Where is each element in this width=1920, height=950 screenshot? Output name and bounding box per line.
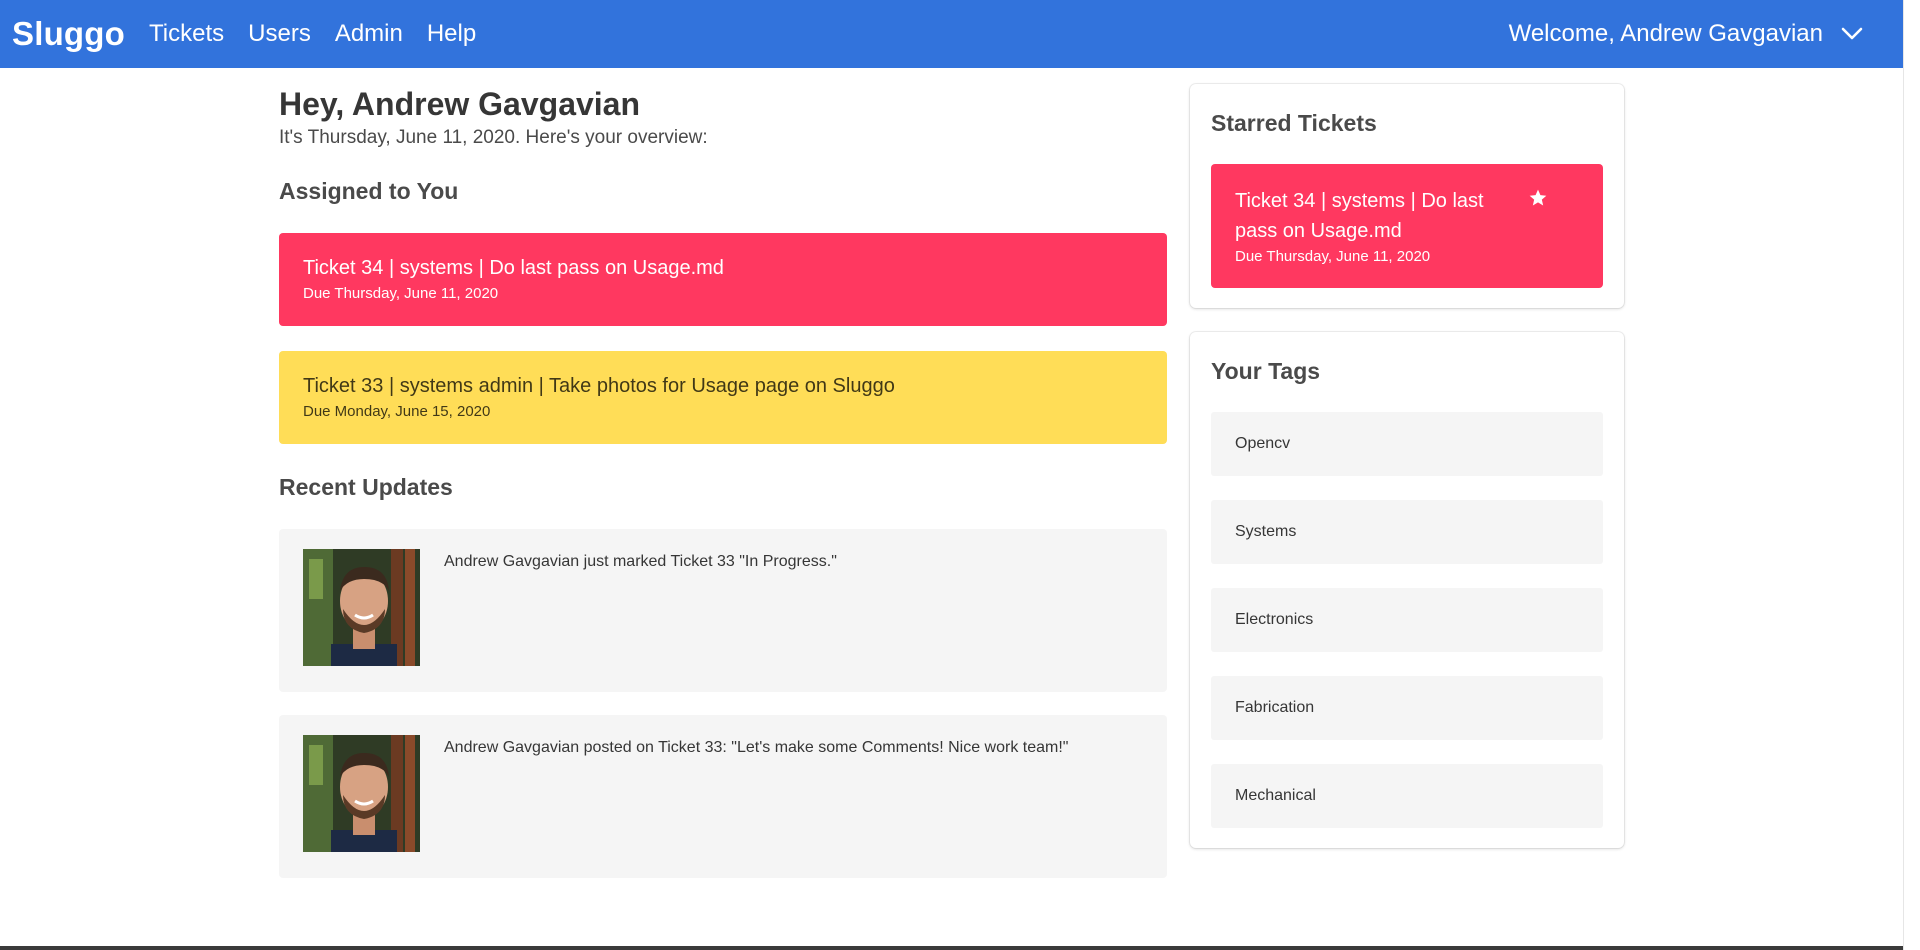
assigned-ticket-card[interactable]: Ticket 33 | systems admin | Take photos … [279,351,1167,444]
nav-help[interactable]: Help [427,20,476,48]
tag-item[interactable]: Mechanical [1211,764,1603,828]
nav-tickets[interactable]: Tickets [149,20,224,48]
starred-ticket-card[interactable]: Ticket 34 | systems | Do last pass on Us… [1211,164,1603,288]
ticket-due-date: Due Monday, June 15, 2020 [303,403,491,420]
update-text: Andrew Gavgavian just marked Ticket 33 "… [444,553,837,570]
brand-logo[interactable]: Sluggo [12,15,125,53]
ticket-title: Ticket 33 | systems admin | Take photos … [303,375,895,397]
window-bottom-edge [0,946,1903,950]
top-navbar: Sluggo Tickets Users Admin Help Welcome,… [0,0,1903,68]
tag-item[interactable]: Fabrication [1211,676,1603,740]
starred-tickets-panel: Starred Tickets Ticket 34 | systems | Do… [1190,84,1624,308]
avatar [303,735,420,852]
nav-admin[interactable]: Admin [335,20,403,48]
update-card: Andrew Gavgavian just marked Ticket 33 "… [279,529,1167,692]
page-title: Hey, Andrew Gavgavian [279,86,641,122]
ticket-due-date: Due Thursday, June 11, 2020 [1235,248,1431,265]
overview-column: Hey, Andrew Gavgavian It's Thursday, Jun… [279,68,1167,878]
update-card: Andrew Gavgavian posted on Ticket 33: "L… [279,715,1167,878]
user-menu-dropdown[interactable]: Welcome, Andrew Gavgavian [1509,0,1863,68]
chevron-down-icon [1841,27,1863,40]
welcome-text: Welcome, Andrew Gavgavian [1508,20,1823,47]
update-text: Andrew Gavgavian posted on Ticket 33: "L… [444,739,1069,756]
tag-item[interactable]: Electronics [1211,588,1603,652]
your-tags-panel: Your Tags Opencv Systems Electronics Fab… [1190,332,1624,848]
assigned-ticket-card[interactable]: Ticket 34 | systems | Do last pass on Us… [279,233,1167,326]
starred-panel-title: Starred Tickets [1211,110,1377,136]
ticket-due-date: Due Thursday, June 11, 2020 [303,285,499,302]
tag-item[interactable]: Systems [1211,500,1603,564]
nav-users[interactable]: Users [248,20,311,48]
vertical-scrollbar[interactable] [1903,0,1920,950]
star-icon[interactable] [1528,188,1548,208]
ticket-title: Ticket 34 | systems | Do last pass on Us… [303,257,724,279]
updates-section-title: Recent Updates [279,474,453,500]
overview-subtitle: It's Thursday, June 11, 2020. Here's you… [279,127,708,148]
avatar [303,549,420,666]
ticket-title: Ticket 34 | systems | Do last pass on Us… [1235,190,1484,242]
assigned-section-title: Assigned to You [279,178,459,204]
tags-panel-title: Your Tags [1211,358,1321,384]
tag-item[interactable]: Opencv [1211,412,1603,476]
